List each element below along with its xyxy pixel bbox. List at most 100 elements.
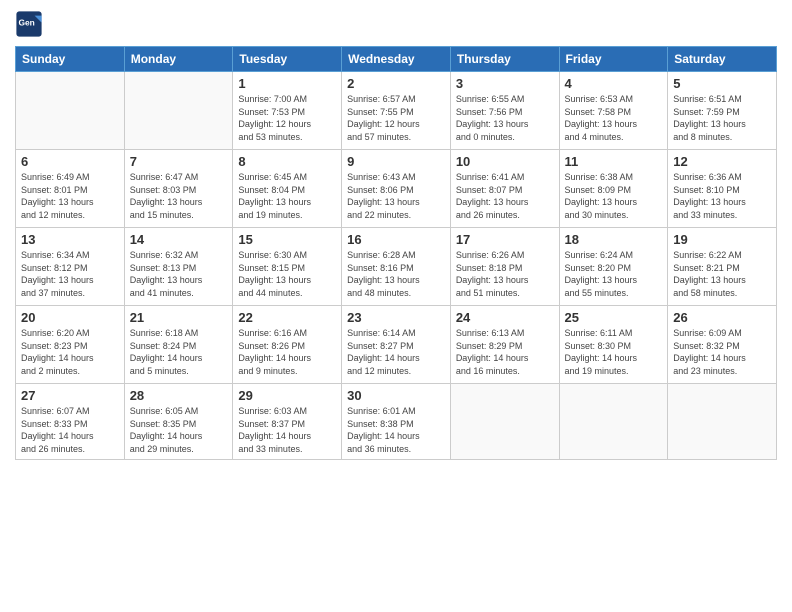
- day-info: Sunrise: 6:11 AM Sunset: 8:30 PM Dayligh…: [565, 327, 663, 377]
- day-number: 3: [456, 76, 554, 91]
- weekday-tuesday: Tuesday: [233, 47, 342, 72]
- day-number: 23: [347, 310, 445, 325]
- logo-icon: Gen: [15, 10, 43, 38]
- day-number: 10: [456, 154, 554, 169]
- svg-text:Gen: Gen: [19, 17, 35, 27]
- day-info: Sunrise: 6:45 AM Sunset: 8:04 PM Dayligh…: [238, 171, 336, 221]
- calendar-cell: 20 Sunrise: 6:20 AM Sunset: 8:23 PM Dayli…: [16, 306, 125, 384]
- calendar-cell: 11 Sunrise: 6:38 AM Sunset: 8:09 PM Dayli…: [559, 150, 668, 228]
- calendar-cell: 2 Sunrise: 6:57 AM Sunset: 7:55 PM Daylig…: [342, 72, 451, 150]
- week-row-4: 20 Sunrise: 6:20 AM Sunset: 8:23 PM Dayli…: [16, 306, 777, 384]
- day-number: 2: [347, 76, 445, 91]
- day-info: Sunrise: 6:32 AM Sunset: 8:13 PM Dayligh…: [130, 249, 228, 299]
- day-number: 29: [238, 388, 336, 403]
- weekday-wednesday: Wednesday: [342, 47, 451, 72]
- day-number: 7: [130, 154, 228, 169]
- day-number: 9: [347, 154, 445, 169]
- day-number: 20: [21, 310, 119, 325]
- calendar: SundayMondayTuesdayWednesdayThursdayFrid…: [15, 46, 777, 460]
- day-info: Sunrise: 6:55 AM Sunset: 7:56 PM Dayligh…: [456, 93, 554, 143]
- calendar-cell: 13Sunrise: 6:34 AM Sunset: 8:12 PM Dayli…: [16, 228, 125, 306]
- logo: Gen: [15, 10, 47, 38]
- day-info: Sunrise: 6:47 AM Sunset: 8:03 PM Dayligh…: [130, 171, 228, 221]
- calendar-body: 1 Sunrise: 7:00 AM Sunset: 7:53 PM Daylig…: [16, 72, 777, 460]
- day-info: Sunrise: 6:26 AM Sunset: 8:18 PM Dayligh…: [456, 249, 554, 299]
- day-number: 22: [238, 310, 336, 325]
- day-number: 16: [347, 232, 445, 247]
- calendar-cell: [16, 72, 125, 150]
- calendar-cell: 12 Sunrise: 6:36 AM Sunset: 8:10 PM Dayli…: [668, 150, 777, 228]
- day-info: Sunrise: 6:01 AM Sunset: 8:38 PM Dayligh…: [347, 405, 445, 455]
- day-info: Sunrise: 6:07 AM Sunset: 8:33 PM Dayligh…: [21, 405, 119, 455]
- day-number: 1: [238, 76, 336, 91]
- calendar-cell: 3 Sunrise: 6:55 AM Sunset: 7:56 PM Daylig…: [450, 72, 559, 150]
- calendar-cell: 6Sunrise: 6:49 AM Sunset: 8:01 PM Daylig…: [16, 150, 125, 228]
- day-info: Sunrise: 6:18 AM Sunset: 8:24 PM Dayligh…: [130, 327, 228, 377]
- calendar-cell: 21Sunrise: 6:18 AM Sunset: 8:24 PM Dayli…: [124, 306, 233, 384]
- day-info: Sunrise: 6:51 AM Sunset: 7:59 PM Dayligh…: [673, 93, 771, 143]
- calendar-cell: [450, 384, 559, 460]
- page: Gen SundayMondayTuesdayWednesdayThursday…: [0, 0, 792, 612]
- day-info: Sunrise: 6:09 AM Sunset: 8:32 PM Dayligh…: [673, 327, 771, 377]
- week-row-2: 6Sunrise: 6:49 AM Sunset: 8:01 PM Daylig…: [16, 150, 777, 228]
- day-info: Sunrise: 6:30 AM Sunset: 8:15 PM Dayligh…: [238, 249, 336, 299]
- day-number: 12: [673, 154, 771, 169]
- day-number: 11: [565, 154, 663, 169]
- day-number: 24: [456, 310, 554, 325]
- day-number: 15: [238, 232, 336, 247]
- weekday-sunday: Sunday: [16, 47, 125, 72]
- calendar-cell: 19 Sunrise: 6:22 AM Sunset: 8:21 PM Dayli…: [668, 228, 777, 306]
- header: Gen: [15, 10, 777, 38]
- calendar-cell: 29 Sunrise: 6:03 AM Sunset: 8:37 PM Dayli…: [233, 384, 342, 460]
- day-number: 19: [673, 232, 771, 247]
- day-number: 5: [673, 76, 771, 91]
- day-number: 30: [347, 388, 445, 403]
- day-info: Sunrise: 6:53 AM Sunset: 7:58 PM Dayligh…: [565, 93, 663, 143]
- day-info: Sunrise: 7:00 AM Sunset: 7:53 PM Dayligh…: [238, 93, 336, 143]
- calendar-cell: [668, 384, 777, 460]
- day-info: Sunrise: 6:13 AM Sunset: 8:29 PM Dayligh…: [456, 327, 554, 377]
- calendar-cell: 1 Sunrise: 7:00 AM Sunset: 7:53 PM Daylig…: [233, 72, 342, 150]
- day-number: 25: [565, 310, 663, 325]
- day-number: 18: [565, 232, 663, 247]
- day-number: 28: [130, 388, 228, 403]
- day-info: Sunrise: 6:05 AM Sunset: 8:35 PM Dayligh…: [130, 405, 228, 455]
- weekday-thursday: Thursday: [450, 47, 559, 72]
- day-info: Sunrise: 6:14 AM Sunset: 8:27 PM Dayligh…: [347, 327, 445, 377]
- calendar-cell: 25 Sunrise: 6:11 AM Sunset: 8:30 PM Dayli…: [559, 306, 668, 384]
- day-info: Sunrise: 6:16 AM Sunset: 8:26 PM Dayligh…: [238, 327, 336, 377]
- day-info: Sunrise: 6:20 AM Sunset: 8:23 PM Dayligh…: [21, 327, 119, 377]
- weekday-friday: Friday: [559, 47, 668, 72]
- calendar-cell: [559, 384, 668, 460]
- calendar-cell: 10 Sunrise: 6:41 AM Sunset: 8:07 PM Dayli…: [450, 150, 559, 228]
- day-number: 14: [130, 232, 228, 247]
- day-number: 26: [673, 310, 771, 325]
- calendar-cell: 23 Sunrise: 6:14 AM Sunset: 8:27 PM Dayli…: [342, 306, 451, 384]
- weekday-saturday: Saturday: [668, 47, 777, 72]
- calendar-cell: 8 Sunrise: 6:45 AM Sunset: 8:04 PM Daylig…: [233, 150, 342, 228]
- day-info: Sunrise: 6:41 AM Sunset: 8:07 PM Dayligh…: [456, 171, 554, 221]
- day-number: 8: [238, 154, 336, 169]
- day-info: Sunrise: 6:03 AM Sunset: 8:37 PM Dayligh…: [238, 405, 336, 455]
- calendar-cell: 26 Sunrise: 6:09 AM Sunset: 8:32 PM Dayli…: [668, 306, 777, 384]
- calendar-cell: [124, 72, 233, 150]
- day-number: 27: [21, 388, 119, 403]
- day-number: 4: [565, 76, 663, 91]
- calendar-cell: 9Sunrise: 6:43 AM Sunset: 8:06 PM Daylig…: [342, 150, 451, 228]
- calendar-cell: 24 Sunrise: 6:13 AM Sunset: 8:29 PM Dayli…: [450, 306, 559, 384]
- calendar-cell: 16 Sunrise: 6:28 AM Sunset: 8:16 PM Dayli…: [342, 228, 451, 306]
- calendar-cell: 14 Sunrise: 6:32 AM Sunset: 8:13 PM Dayli…: [124, 228, 233, 306]
- day-info: Sunrise: 6:57 AM Sunset: 7:55 PM Dayligh…: [347, 93, 445, 143]
- calendar-cell: 15 Sunrise: 6:30 AM Sunset: 8:15 PM Dayli…: [233, 228, 342, 306]
- day-info: Sunrise: 6:22 AM Sunset: 8:21 PM Dayligh…: [673, 249, 771, 299]
- day-info: Sunrise: 6:49 AM Sunset: 8:01 PM Dayligh…: [21, 171, 119, 221]
- day-info: Sunrise: 6:28 AM Sunset: 8:16 PM Dayligh…: [347, 249, 445, 299]
- calendar-cell: 28 Sunrise: 6:05 AM Sunset: 8:35 PM Dayli…: [124, 384, 233, 460]
- day-info: Sunrise: 6:36 AM Sunset: 8:10 PM Dayligh…: [673, 171, 771, 221]
- week-row-3: 13Sunrise: 6:34 AM Sunset: 8:12 PM Dayli…: [16, 228, 777, 306]
- day-info: Sunrise: 6:24 AM Sunset: 8:20 PM Dayligh…: [565, 249, 663, 299]
- calendar-cell: 18 Sunrise: 6:24 AM Sunset: 8:20 PM Dayli…: [559, 228, 668, 306]
- calendar-cell: 4 Sunrise: 6:53 AM Sunset: 7:58 PM Daylig…: [559, 72, 668, 150]
- day-info: Sunrise: 6:38 AM Sunset: 8:09 PM Dayligh…: [565, 171, 663, 221]
- week-row-1: 1 Sunrise: 7:00 AM Sunset: 7:53 PM Daylig…: [16, 72, 777, 150]
